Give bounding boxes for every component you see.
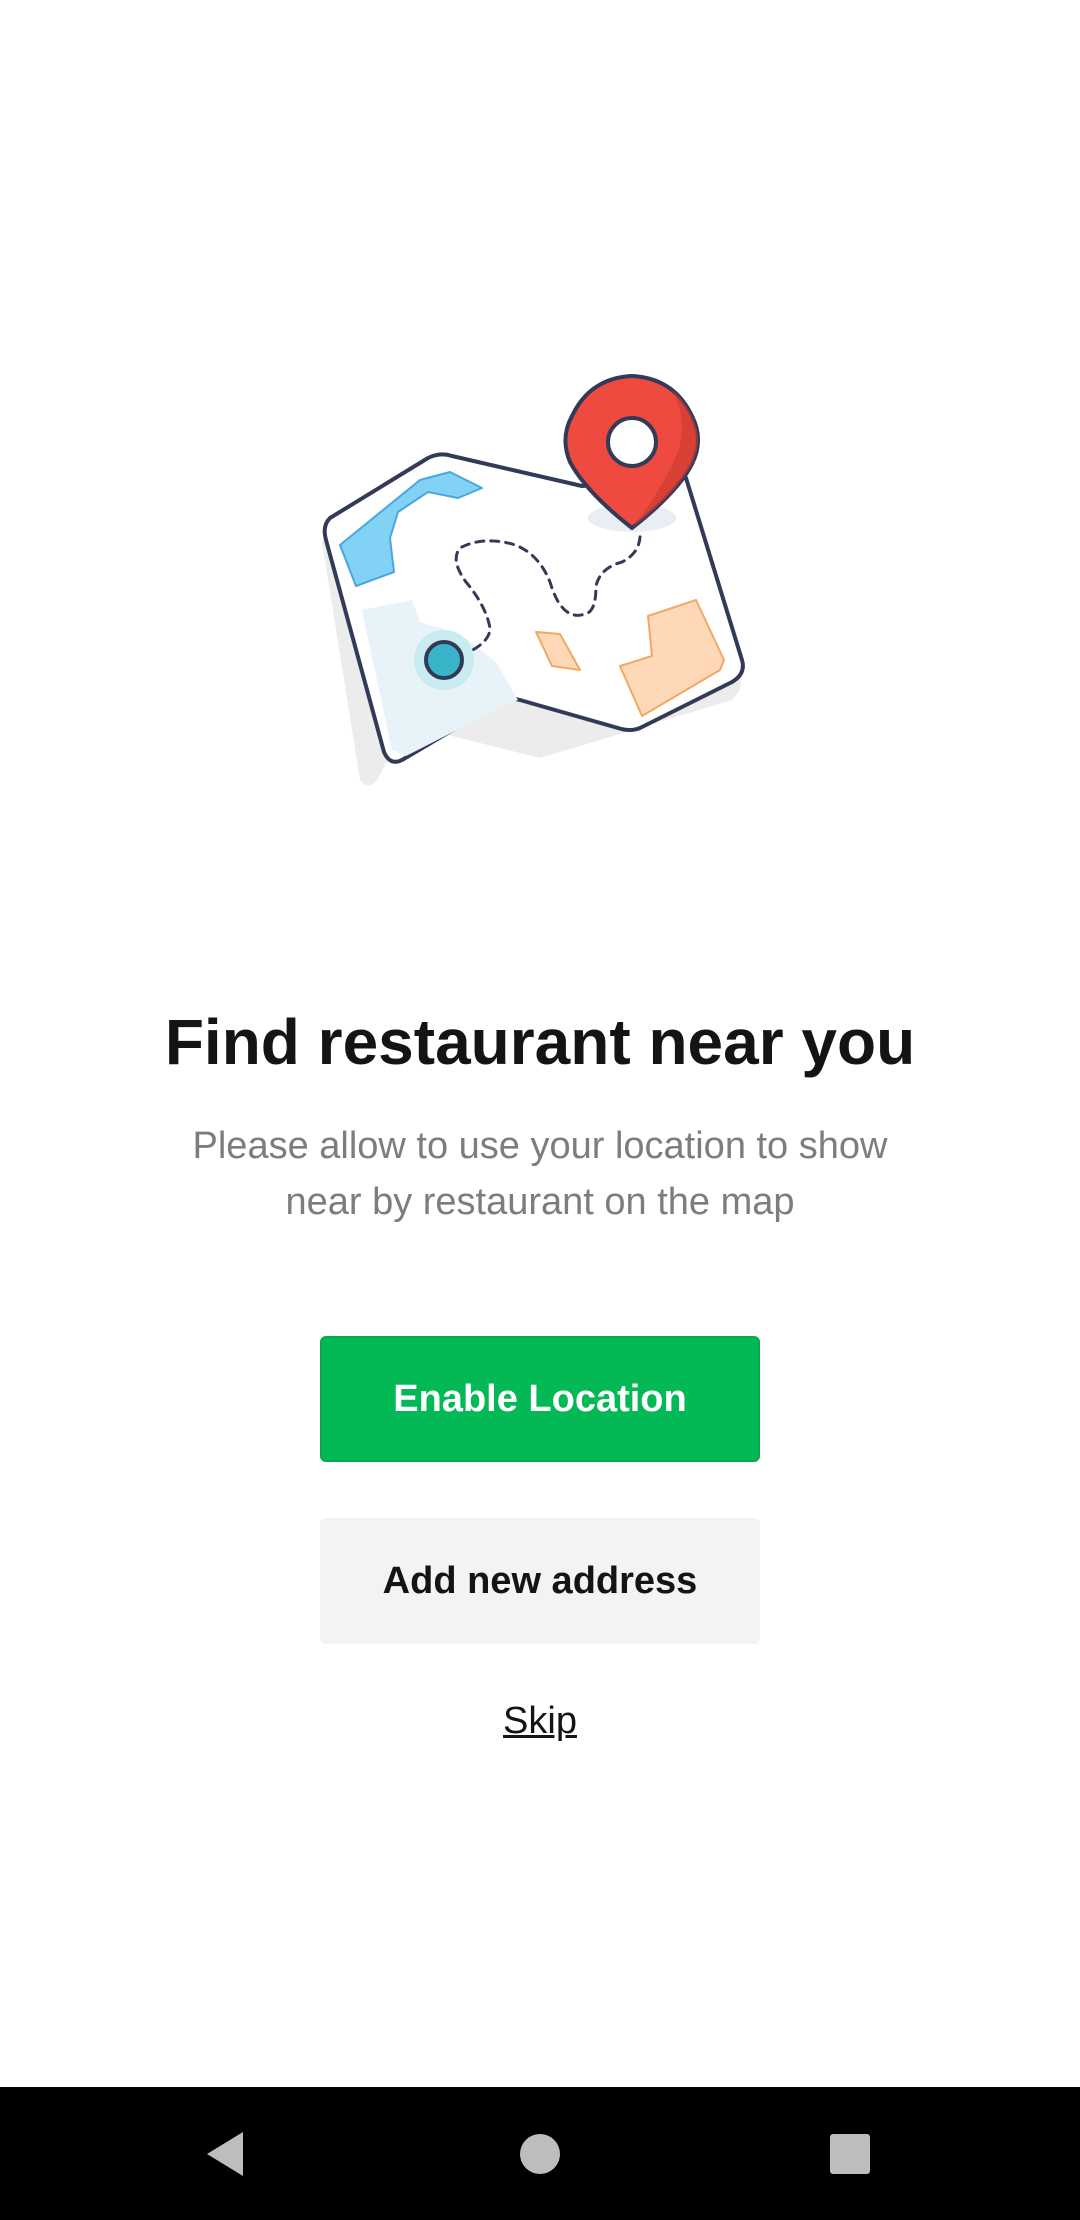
skip-container: Skip — [0, 1700, 1080, 1743]
home-button[interactable] — [470, 2087, 610, 2220]
recents-square-icon — [830, 2133, 870, 2174]
onboarding-screen: Find restaurant near you Please allow to… — [0, 0, 1080, 2087]
enable-location-button[interactable]: Enable Location — [320, 1336, 760, 1462]
add-new-address-button[interactable]: Add new address — [320, 1518, 760, 1644]
subtitle-line-1: Please allow to use your location to sho… — [192, 1125, 888, 1167]
skip-link[interactable]: Skip — [503, 1700, 577, 1742]
home-circle-icon — [520, 2133, 560, 2174]
back-button[interactable] — [155, 2087, 295, 2220]
page-title: Find restaurant near you — [164, 1006, 916, 1078]
page-subtitle: Please allow to use your location to sho… — [140, 1118, 940, 1230]
system-navigation-bar — [0, 2087, 1080, 2220]
map-with-location-pin-icon — [322, 374, 745, 786]
subtitle-line-2: near by restaurant on the map — [285, 1181, 795, 1223]
recents-button[interactable] — [780, 2087, 920, 2220]
back-triangle-icon — [207, 2131, 243, 2176]
